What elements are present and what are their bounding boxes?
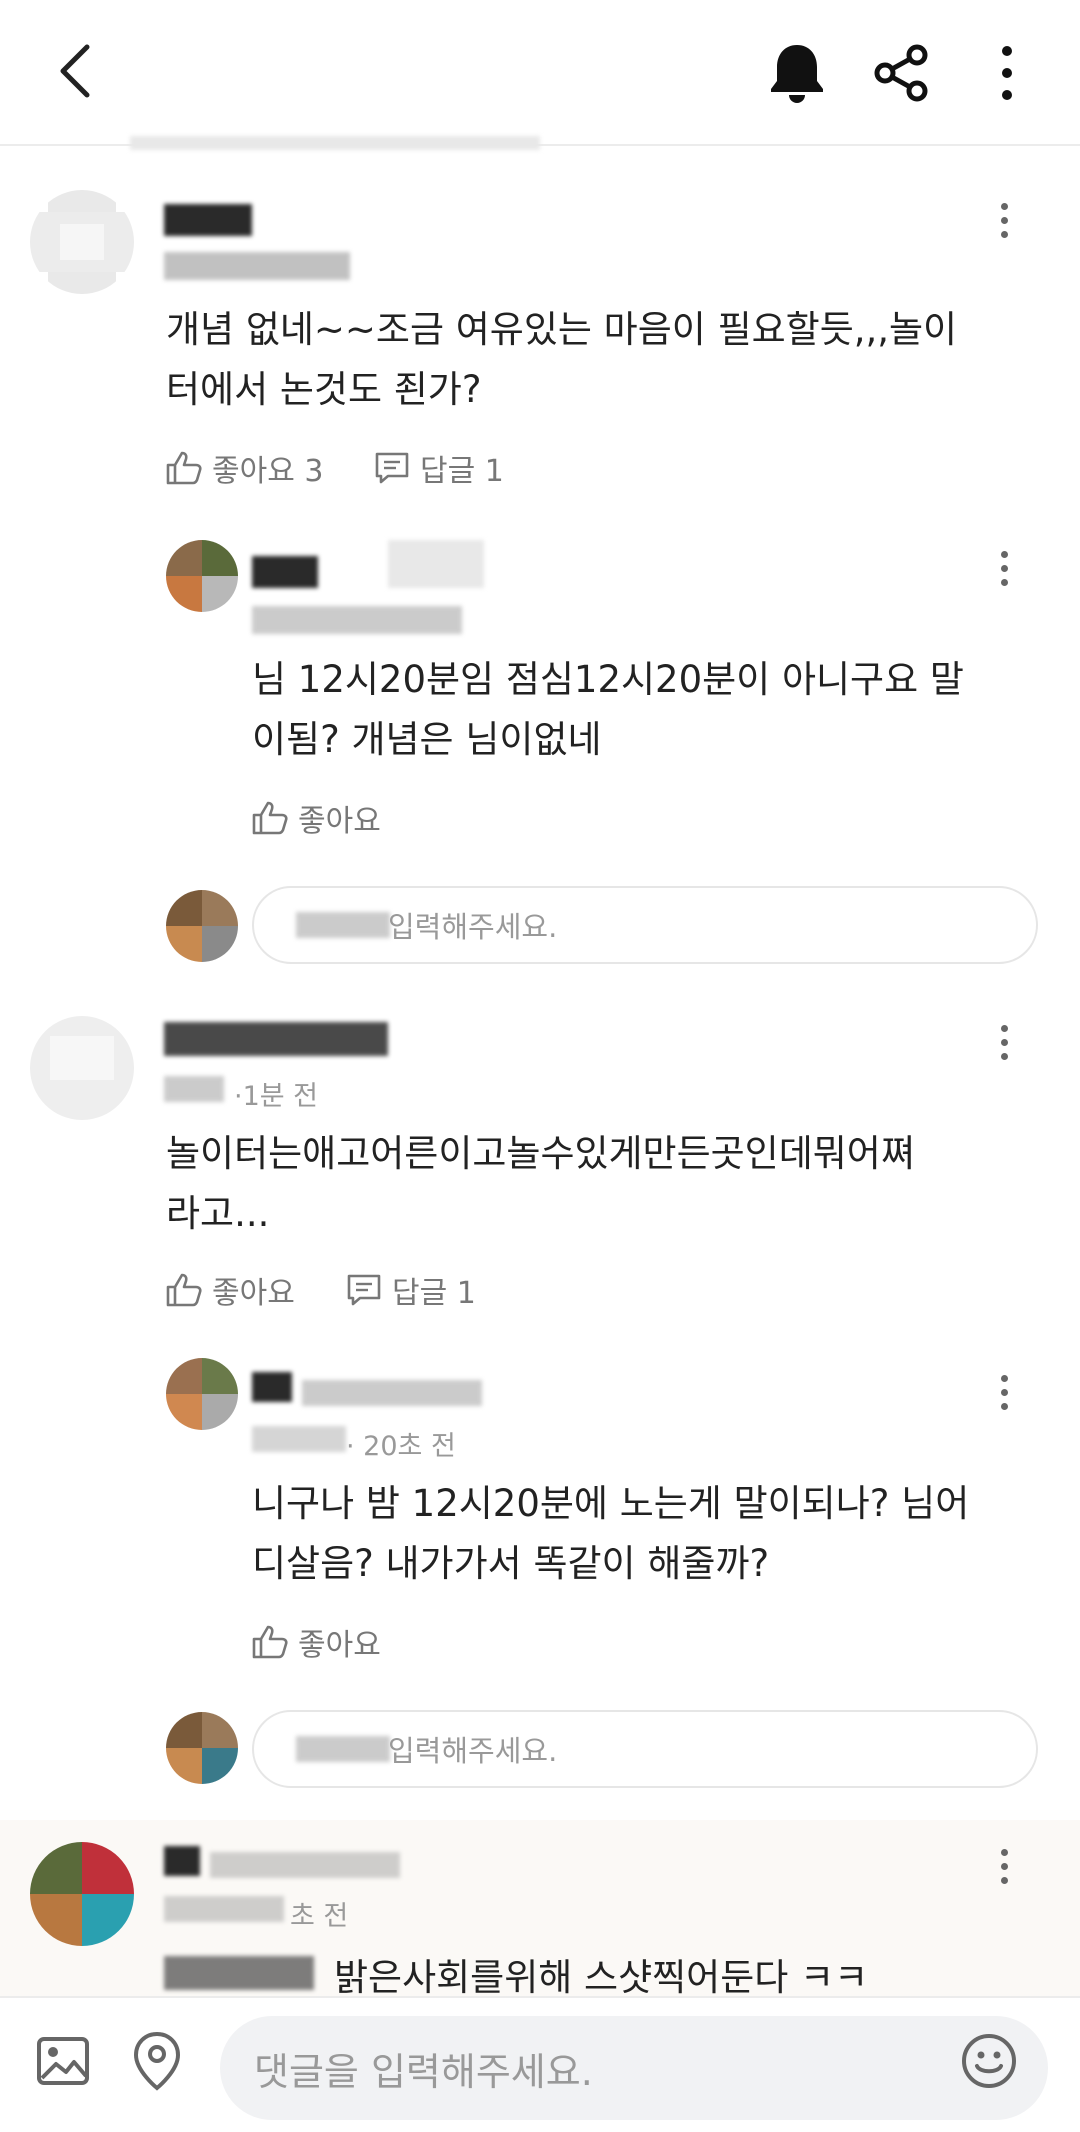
avatar	[166, 540, 238, 612]
reply-more-button[interactable]	[984, 1362, 1024, 1422]
reply-input-placeholder: 입력해주세요.	[388, 1734, 558, 1768]
reply-label: 답글 1	[392, 1276, 476, 1311]
reply-body-line: 니구나 밤 12시20분에 노는게 말이되나? 님어	[252, 1482, 970, 1525]
comment-body-line: 터에서 논것도 죈가?	[166, 368, 482, 411]
comment-body-line: 놀이터는애고어른이고놀수있게만든곳인데뭐어쪄	[166, 1132, 915, 1175]
chevron-left-icon	[60, 44, 90, 98]
comment-icon	[375, 452, 409, 484]
redacted-username	[252, 556, 318, 588]
redacted-meta	[164, 252, 350, 280]
my-avatar	[166, 890, 238, 962]
reply-body-line: 디살음? 내가가서 똑같이 해줄까?	[252, 1542, 770, 1585]
comment-body-line: 라고...	[166, 1192, 270, 1235]
attach-image-button[interactable]	[30, 2028, 96, 2094]
location-pin-icon	[133, 2031, 181, 2091]
avatar	[166, 1358, 238, 1430]
reply-button[interactable]: 답글 1	[374, 446, 504, 490]
comment-body-line: 개념 없네~~조금 여유있는 마음이 필요할듯,,,놀이	[166, 308, 958, 351]
more-options-button[interactable]	[972, 38, 1042, 108]
reply-more-button[interactable]	[984, 538, 1024, 598]
reply-button[interactable]: 답글 1	[346, 1268, 476, 1312]
redacted-placeholder	[296, 1736, 390, 1762]
reply-body-line: 이됨? 개념은 님이없네	[252, 718, 602, 761]
thumbs-up-icon	[252, 801, 288, 835]
like-button[interactable]: 좋아요	[252, 796, 381, 840]
redacted-username	[210, 1852, 400, 1878]
notification-button[interactable]	[762, 38, 832, 108]
redacted-meta	[252, 606, 462, 634]
comment-meta: ·1분 전	[234, 1081, 319, 1112]
comment-icon	[347, 1274, 381, 1306]
comment-more-button[interactable]	[984, 1836, 1024, 1896]
like-button[interactable]: 좋아요	[166, 1268, 295, 1312]
avatar	[30, 1016, 134, 1120]
redacted-header-text	[130, 136, 540, 150]
reply-body-line: 님 12시20분임 점심12시20분이 아니구요 말	[252, 658, 964, 701]
smiley-icon	[962, 2034, 1016, 2088]
comment-more-button[interactable]	[984, 1012, 1024, 1072]
like-label: 좋아요 3	[212, 454, 324, 489]
like-label: 좋아요	[298, 1628, 381, 1663]
like-button[interactable]: 좋아요	[252, 1620, 381, 1664]
share-button[interactable]	[866, 38, 936, 108]
attach-location-button[interactable]	[124, 2026, 190, 2096]
back-button[interactable]	[40, 36, 110, 106]
comment-more-button[interactable]	[984, 190, 1024, 250]
more-vertical-icon	[1002, 46, 1012, 100]
like-label: 좋아요	[212, 1276, 295, 1311]
comment-input-placeholder: 댓글을 입력해주세요.	[254, 2049, 593, 2094]
reply-label: 답글 1	[420, 454, 504, 489]
redacted-username	[388, 540, 484, 588]
redacted-username	[164, 204, 252, 236]
bell-icon	[771, 45, 823, 103]
comment-input[interactable]: 댓글을 입력해주세요.	[220, 2016, 1048, 2120]
comment-compose-bar: 댓글을 입력해주세요.	[0, 1996, 1080, 2132]
redacted-placeholder	[296, 912, 390, 938]
image-icon	[37, 2037, 89, 2085]
thumbs-up-icon	[166, 451, 202, 485]
redacted-meta	[164, 1896, 284, 1922]
share-icon	[874, 44, 928, 102]
top-bar	[0, 0, 1080, 146]
thumbs-up-icon	[166, 1273, 202, 1307]
reply-input-placeholder: 입력해주세요.	[388, 910, 558, 944]
redacted-meta	[164, 1076, 224, 1102]
redacted-meta	[252, 1426, 346, 1452]
comment-meta: 초 전	[290, 1901, 349, 1932]
like-button[interactable]: 좋아요 3	[166, 446, 323, 490]
redacted-text	[164, 1956, 314, 1990]
avatar	[30, 1842, 134, 1946]
redacted-username	[164, 1022, 388, 1056]
thumbs-up-icon	[252, 1625, 288, 1659]
like-label: 좋아요	[298, 804, 381, 839]
redacted-username	[302, 1380, 482, 1406]
reply-meta: · 20초 전	[346, 1431, 456, 1462]
redacted-username	[252, 1372, 292, 1402]
redacted-username	[164, 1846, 200, 1876]
avatar	[30, 190, 134, 294]
my-avatar	[166, 1712, 238, 1784]
emoji-button[interactable]	[956, 2028, 1022, 2094]
